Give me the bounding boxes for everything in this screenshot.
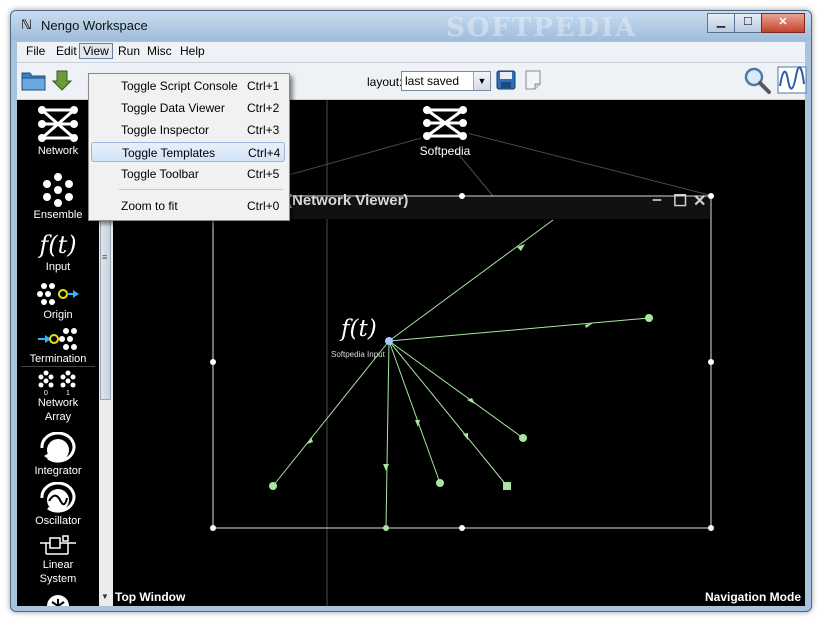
menu-file[interactable]: File xyxy=(23,44,48,58)
link-line xyxy=(462,131,714,197)
app-window: ℕ Nengo Workspace SOFTPEDIA ▁ ☐ ✕ File E… xyxy=(10,10,812,612)
palette-label-input: Input xyxy=(45,261,71,273)
menu-help[interactable]: Help xyxy=(177,44,208,58)
palette-label-ensemble: Ensemble xyxy=(33,209,83,221)
integrator-icon xyxy=(40,432,76,463)
menu-item-label: Toggle Toolbar xyxy=(121,167,199,181)
palette-item-termination[interactable]: Termination xyxy=(17,326,99,366)
top-node-label: Softpedia xyxy=(419,144,471,158)
zoom-search-icon[interactable] xyxy=(743,66,771,94)
menu-item-shortcut: Ctrl+2 xyxy=(247,101,280,115)
palette-divider xyxy=(21,366,95,367)
palette-label-network: Network xyxy=(37,145,79,157)
palette-item-ensemble[interactable]: Ensemble xyxy=(17,172,99,222)
maximize-button[interactable]: ☐ xyxy=(734,13,762,33)
termination-icon xyxy=(38,328,77,350)
grip-icon: ≡ xyxy=(102,252,108,262)
palette-item-more[interactable] xyxy=(17,594,99,606)
menu-misc[interactable]: Misc xyxy=(144,44,175,58)
palette-item-origin[interactable]: Origin xyxy=(17,282,99,322)
viewer-maximize-icon[interactable]: ☐ xyxy=(673,191,687,211)
palette-label-network-array-2: Array xyxy=(44,411,72,423)
network-array-icon: 0 1 xyxy=(38,370,76,396)
viewer-close-icon[interactable]: ✕ xyxy=(693,191,706,211)
menu-item-label: Toggle Script Console xyxy=(121,79,238,93)
window-title: Nengo Workspace xyxy=(41,18,148,33)
menu-item-label: Toggle Inspector xyxy=(121,123,210,137)
menu-item-toggle-script-console[interactable]: Toggle Script Console Ctrl+1 xyxy=(91,76,285,96)
network-icon xyxy=(38,106,78,142)
input-node-label: Softpedia Input xyxy=(331,350,385,359)
menu-item-toggle-inspector[interactable]: Toggle Inspector Ctrl+3 xyxy=(91,120,285,140)
asterisk-icon xyxy=(47,595,69,606)
palette-item-network-array[interactable]: 0 1 Network Array xyxy=(17,370,99,424)
ensemble-icon xyxy=(43,173,73,207)
palette-item-oscillator[interactable]: Oscillator xyxy=(17,482,99,528)
linear-system-icon xyxy=(40,535,76,555)
watermark: SOFTPEDIA xyxy=(446,13,638,43)
status-navigation-mode: Navigation Mode xyxy=(704,590,801,604)
network-viewer-frame xyxy=(212,195,712,529)
menu-item-shortcut: Ctrl+1 xyxy=(247,79,280,93)
menu-item-label: Toggle Data Viewer xyxy=(121,101,225,115)
palette-item-integrator[interactable]: Integrator xyxy=(17,432,99,478)
menu-separator xyxy=(119,189,283,190)
title-bar[interactable]: ℕ Nengo Workspace SOFTPEDIA ▁ ☐ ✕ xyxy=(11,11,811,43)
menu-item-shortcut: Ctrl+0 xyxy=(247,199,280,213)
menu-item-toggle-templates[interactable]: Toggle Templates Ctrl+4 xyxy=(91,142,285,162)
resize-handles xyxy=(210,193,714,531)
function-icon: f(t) xyxy=(39,231,77,259)
palette-label-linear-1: Linear xyxy=(42,559,74,571)
chevron-down-icon: ▼ xyxy=(473,72,490,90)
plot-wave-icon[interactable] xyxy=(777,66,807,94)
save-as-icon[interactable] xyxy=(51,69,73,91)
palette-label-network-array-1: Network xyxy=(37,397,79,409)
layout-select[interactable]: last saved ▼ xyxy=(401,71,491,91)
top-network-node[interactable] xyxy=(421,104,469,140)
view-menu-dropdown: Toggle Script Console Ctrl+1 Toggle Data… xyxy=(88,73,290,221)
menu-item-zoom-to-fit[interactable]: Zoom to fit Ctrl+0 xyxy=(91,196,285,216)
menu-item-label: Zoom to fit xyxy=(121,199,178,213)
oscillator-icon xyxy=(40,482,76,513)
nengo-app-icon: ℕ xyxy=(21,18,32,33)
open-folder-icon[interactable] xyxy=(21,69,47,91)
new-layout-icon[interactable] xyxy=(522,69,544,91)
menu-edit[interactable]: Edit xyxy=(53,44,80,58)
palette-label-origin: Origin xyxy=(43,309,73,321)
layout-label: layout: xyxy=(367,75,403,89)
palette-item-network[interactable]: Network xyxy=(17,104,99,158)
menu-item-shortcut: Ctrl+3 xyxy=(247,123,280,137)
close-button[interactable]: ✕ xyxy=(761,13,805,33)
menu-item-shortcut: Ctrl+4 xyxy=(248,146,281,160)
palette-item-input[interactable]: f(t) Input xyxy=(17,230,99,274)
menu-run[interactable]: Run xyxy=(115,44,143,58)
input-node xyxy=(385,337,393,345)
window-controls: ▁ ☐ ✕ xyxy=(707,13,805,33)
scroll-down-arrow-icon[interactable]: ▼ xyxy=(101,592,109,601)
menu-bar: File Edit View Run Misc Help xyxy=(17,42,805,63)
menu-view[interactable]: View xyxy=(79,43,113,59)
status-top-window: Top Window xyxy=(115,590,186,604)
minimize-button[interactable]: ▁ xyxy=(707,13,735,33)
layout-select-value: last saved xyxy=(405,74,460,88)
palette-item-linear-system[interactable]: Linear System xyxy=(17,532,99,586)
template-palette: Network Ensemble f(t) Input Origin Termi… xyxy=(17,100,99,606)
save-layout-icon[interactable] xyxy=(495,69,517,91)
menu-item-toggle-toolbar[interactable]: Toggle Toolbar Ctrl+5 xyxy=(91,164,285,184)
input-function-glyph[interactable]: f(t) xyxy=(341,316,377,342)
palette-label-oscillator: Oscillator xyxy=(35,515,81,527)
palette-label-termination: Termination xyxy=(29,353,87,365)
viewer-minimize-icon[interactable]: ⎯ xyxy=(653,191,661,209)
menu-item-label: Toggle Templates xyxy=(122,146,216,160)
palette-label-integrator: Integrator xyxy=(34,465,82,477)
projection-edges xyxy=(272,219,650,529)
origin-icon xyxy=(37,283,79,305)
network-viewer-title: (Network Viewer) xyxy=(287,192,409,209)
palette-label-linear-2: System xyxy=(39,573,77,585)
menu-item-toggle-data-viewer[interactable]: Toggle Data Viewer Ctrl+2 xyxy=(91,98,285,118)
menu-item-shortcut: Ctrl+5 xyxy=(247,167,280,181)
